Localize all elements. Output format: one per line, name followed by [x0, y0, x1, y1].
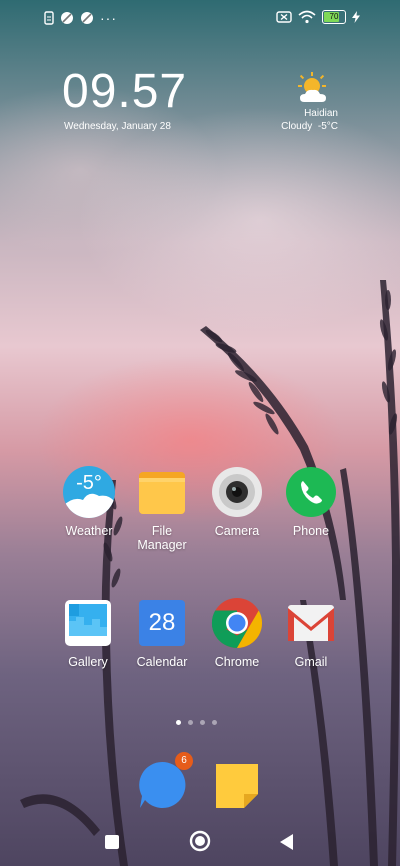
app-label: Gmail [294, 655, 328, 669]
calendar-day: 28 [148, 609, 176, 636]
page-dot [200, 720, 205, 725]
app-label: Weather [65, 524, 113, 538]
app-label: Camera [214, 524, 260, 538]
home-screen: ··· 70 09.57 Wednesday, January 28 Haidi… [0, 0, 400, 866]
gallery-icon [62, 597, 114, 649]
notes-icon [212, 760, 262, 810]
messages-icon: 6 [137, 752, 193, 810]
phone-icon [285, 466, 337, 518]
app-file-manager[interactable]: File Manager [122, 466, 202, 552]
wifi-icon [298, 10, 316, 24]
app-label: Gallery [68, 655, 108, 669]
sim-icon [44, 11, 54, 25]
weather-condition: Cloudy -5°C [281, 121, 338, 132]
gmail-icon [285, 597, 337, 649]
folder-icon [136, 466, 188, 518]
battery-icon: 70 [322, 10, 346, 24]
notification-badge: 6 [175, 752, 193, 770]
page-dot [188, 720, 193, 725]
app-label: File Manager [137, 524, 187, 552]
app-label: Phone [292, 524, 330, 538]
cloudy-sun-icon [298, 72, 326, 102]
back-button[interactable] [279, 833, 295, 851]
app-camera[interactable]: Camera [197, 466, 277, 538]
no-sim-icon [276, 11, 292, 23]
home-button[interactable] [189, 830, 211, 852]
calendar-icon: 28 [136, 597, 188, 649]
clock-date[interactable]: Wednesday, January 28 [64, 121, 171, 132]
status-bar: ··· 70 [0, 0, 400, 36]
weather-location: Haidian [304, 108, 338, 119]
wallpaper-grass [20, 280, 400, 866]
app-gmail[interactable]: Gmail [271, 597, 351, 669]
weather-widget[interactable]: Haidian Cloudy -5°C [238, 72, 338, 136]
app-label: Calendar [136, 655, 188, 669]
navigation-bar [0, 818, 400, 866]
clock-time[interactable]: 09.57 [62, 66, 187, 118]
page-indicator[interactable] [176, 720, 217, 725]
battery-level: 70 [329, 12, 339, 21]
app-calendar[interactable]: 28 Calendar [122, 597, 202, 669]
camera-icon [211, 466, 263, 518]
page-dot [212, 720, 217, 725]
weather-app-temp: -5° [76, 472, 102, 494]
weather-icon: -5° [63, 466, 115, 518]
more-notifications-icon: ··· [100, 10, 117, 26]
charging-icon [352, 11, 360, 23]
app-gallery[interactable]: Gallery [48, 597, 128, 669]
app-chrome[interactable]: Chrome [197, 597, 277, 669]
chrome-icon [211, 597, 263, 649]
page-dot-active [176, 720, 181, 725]
recents-button[interactable] [104, 834, 120, 850]
dock-notes[interactable] [197, 760, 277, 810]
app-label: Chrome [214, 655, 260, 669]
dock-messages[interactable]: 6 [122, 752, 202, 810]
app-weather[interactable]: -5° Weather [49, 466, 129, 538]
data-saver-icon [61, 12, 73, 24]
app-phone[interactable]: Phone [271, 466, 351, 538]
data-saver-icon [81, 12, 93, 24]
